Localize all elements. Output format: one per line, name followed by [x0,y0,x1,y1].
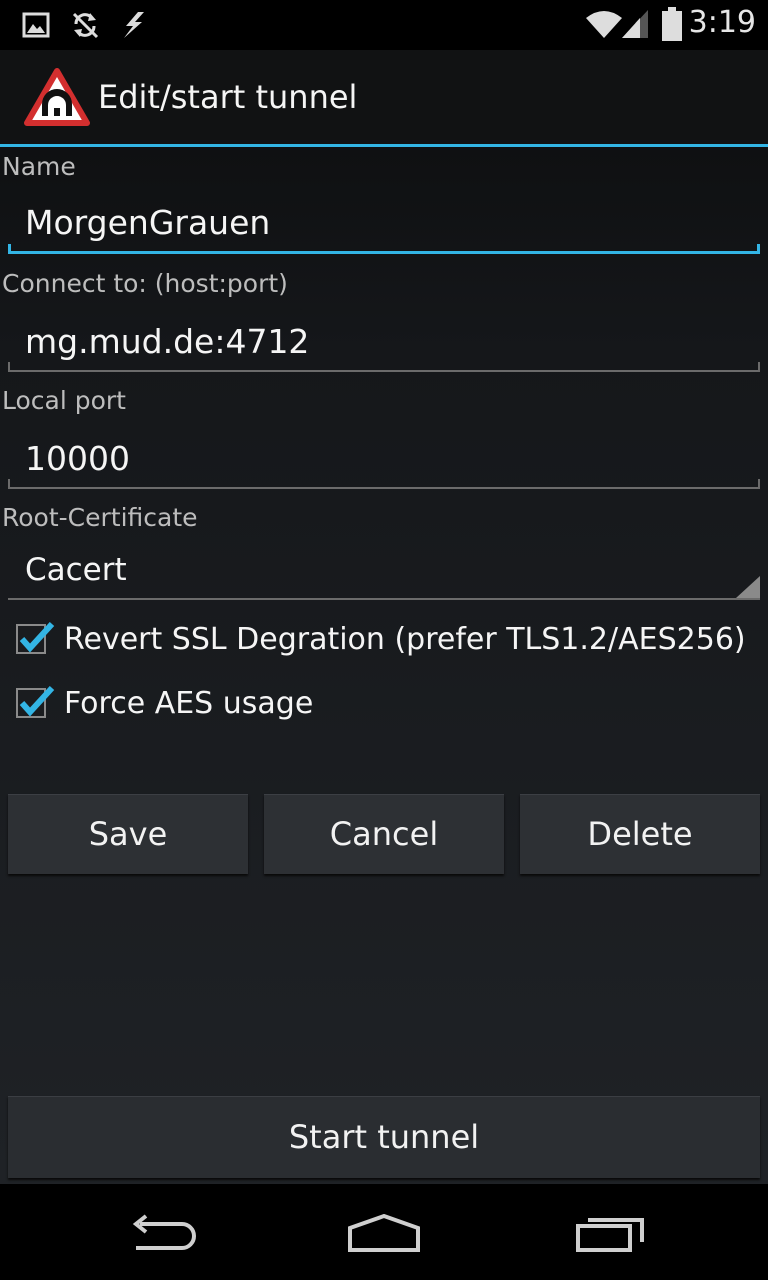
checkmark-icon [19,686,55,717]
root-cert-spinner[interactable]: Cacert [8,542,760,600]
force-aes-checkbox[interactable] [16,686,55,718]
force-aes-checkbox-row[interactable]: Force AES usage [14,680,754,730]
host-port-input[interactable] [8,312,760,372]
local-port-input[interactable] [8,429,760,489]
status-bar: 3:19 [0,0,768,50]
cancel-button[interactable]: Cancel [264,794,504,874]
checkmark-icon [19,622,55,653]
revert-ssl-checkbox[interactable] [16,622,55,654]
field-edge [758,362,760,372]
lightning-icon [124,12,144,38]
app-window: Edit/start tunnel Name Connect to: (host… [0,50,768,1184]
field-edge [8,362,10,372]
page-title: Edit/start tunnel [98,78,358,116]
revert-ssl-checkbox-row[interactable]: Revert SSL Degration (prefer TLS1.2/AES2… [14,616,754,666]
connect-label: Connect to: (host:port) [2,269,288,298]
field-edge [758,479,760,489]
revert-ssl-label: Revert SSL Degration (prefer TLS1.2/AES2… [64,622,746,657]
field-edge [8,479,10,489]
start-tunnel-button[interactable]: Start tunnel [8,1096,760,1178]
delete-button[interactable]: Delete [520,794,760,874]
save-button[interactable]: Save [8,794,248,874]
name-label: Name [2,152,76,181]
tunnel-warning-icon[interactable] [24,68,90,126]
image-icon [22,12,50,38]
field-edge [757,244,760,254]
wifi-icon [586,11,622,38]
name-input[interactable] [8,194,760,254]
local-port-label: Local port [2,386,126,415]
field-edge [8,244,11,254]
navigation-bar [0,1184,768,1280]
back-icon[interactable] [124,1214,196,1254]
cell-signal-icon [622,10,648,38]
root-cert-value: Cacert [25,552,127,588]
clock: 3:19 [688,5,756,40]
force-aes-label: Force AES usage [64,686,314,721]
dropdown-arrow-icon [736,576,760,598]
recent-apps-icon[interactable] [574,1216,646,1254]
battery-icon [662,7,682,41]
home-icon[interactable] [346,1214,422,1254]
root-cert-label: Root-Certificate [2,503,198,532]
sync-off-icon [72,12,99,39]
action-bar: Edit/start tunnel [0,50,768,147]
